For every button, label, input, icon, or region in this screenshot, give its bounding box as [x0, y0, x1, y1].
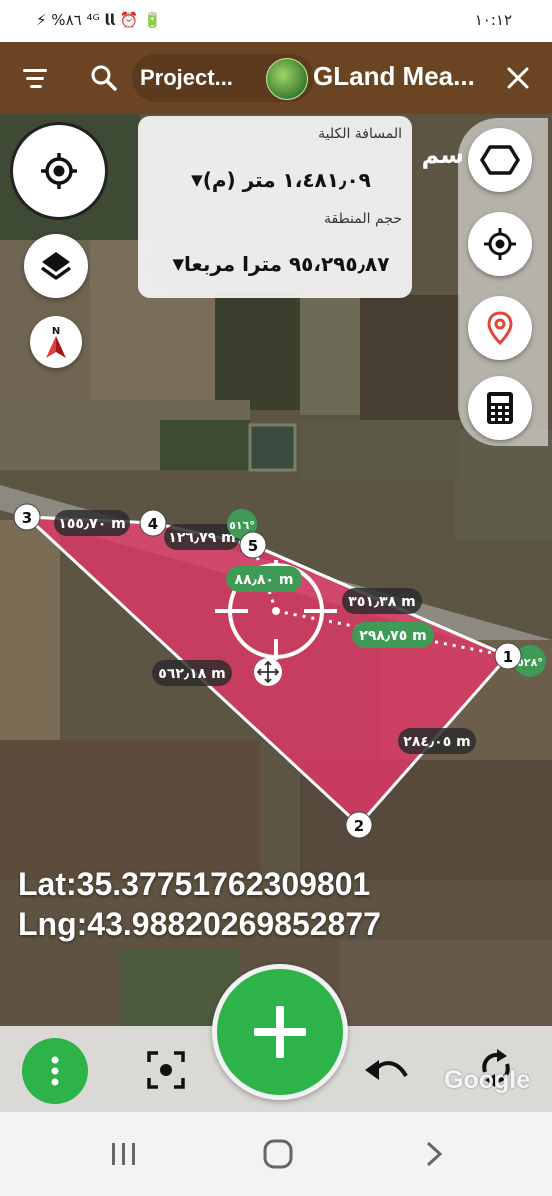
back-icon[interactable]: [414, 1138, 454, 1170]
move-handle-icon[interactable]: [254, 658, 282, 686]
layers-icon: [40, 252, 72, 280]
system-nav-bar: [0, 1112, 552, 1196]
svg-text:١٢٦٫٧٩ m: ١٢٦٫٧٩ m: [168, 530, 235, 546]
total-distance-selector[interactable]: ▼ ١،٤٨١٫٠٩ متر (م): [150, 154, 400, 206]
svg-text:N: N: [52, 326, 60, 337]
area-value: ٩٥،٢٩٥٫٨٧ مترا مربعا: [184, 252, 390, 276]
segment-label: ١٥٥٫٧٠ m: [54, 510, 130, 536]
vertex-marker[interactable]: 4: [139, 509, 167, 537]
vertex-marker[interactable]: 3: [13, 503, 41, 531]
area-label: حجم المنطقة: [323, 211, 402, 227]
more-options-button[interactable]: [22, 1038, 88, 1104]
svg-text:3: 3: [22, 509, 32, 527]
compass-button[interactable]: N: [30, 316, 82, 368]
svg-text:٥٦٢٫١٨ m: ٥٦٢٫١٨ m: [158, 666, 225, 682]
latitude-readout: Lat:35.37751762309801: [18, 866, 371, 902]
measure-panel: المسافة الكلية ▼ ١،٤٨١٫٠٩ متر (م) حجم ال…: [138, 116, 412, 298]
add-icon: [254, 1006, 306, 1058]
calculator-icon: [487, 392, 513, 424]
my-location-icon: [41, 153, 77, 189]
area-selector[interactable]: ▼ ٩٥،٢٩٥٫٨٧ مترا مربعا: [150, 238, 400, 290]
polygon-icon: [480, 145, 520, 175]
field-area: [455, 430, 552, 540]
svg-text:٢٨٤٫٠٥ m: ٢٨٤٫٠٥ m: [403, 734, 470, 750]
app-title: GLand Mea...: [313, 61, 475, 91]
app-toolbar: Project... GLand Mea...: [0, 42, 552, 114]
dropdown-arrow-icon: ▼: [191, 171, 203, 189]
target-button[interactable]: [468, 212, 532, 276]
home-icon[interactable]: [258, 1136, 298, 1172]
polygon-mode-button[interactable]: [468, 128, 532, 192]
svg-text:1: 1: [503, 648, 513, 666]
svg-text:٢٩٨٫٧٥ m: ٢٩٨٫٧٥ m: [359, 628, 426, 644]
field-area: [300, 295, 365, 415]
field-area: [0, 740, 260, 880]
vertex-marker[interactable]: 2: [345, 811, 373, 839]
layers-button[interactable]: [24, 234, 88, 298]
project-label: Project...: [140, 65, 233, 90]
field-area: [300, 420, 460, 480]
status-time: ١٠:١٢: [474, 11, 512, 29]
vertex-marker[interactable]: 1: [494, 642, 522, 670]
dropdown-arrow-icon: ▼: [172, 255, 185, 273]
field-area: [215, 290, 305, 410]
map-pin-icon: [487, 311, 513, 345]
total-distance-label: المسافة الكلية: [318, 126, 402, 142]
field-area: [360, 295, 460, 435]
svg-text:2: 2: [354, 817, 364, 835]
segment-label: ٢٨٤٫٠٥ m: [398, 728, 476, 754]
add-point-button[interactable]: [212, 964, 348, 1100]
svg-text:4: 4: [148, 515, 158, 533]
svg-text:١٥٥٫٧٠ m: ١٥٥٫٧٠ m: [58, 516, 125, 532]
google-watermark: Google: [444, 1066, 531, 1094]
undo-button[interactable]: [360, 1048, 412, 1092]
segment-label-active: ٢٩٨٫٧٥ m: [352, 622, 434, 648]
vertex-marker[interactable]: 5: [239, 531, 267, 559]
field-area: [160, 420, 250, 470]
svg-text:٥١٦°: ٥١٦°: [229, 519, 255, 532]
recents-icon[interactable]: [104, 1138, 144, 1170]
status-bar: ⚡ %٨٦ ⁴ᴳ 𝗹𝗹 ⏰ 🔋 ١٠:١٢: [0, 0, 552, 42]
segment-label: ٥٦٢٫١٨ m: [152, 660, 232, 686]
svg-text:٣٥١٫٣٨ m: ٣٥١٫٣٨ m: [348, 594, 415, 610]
my-location-button[interactable]: [10, 122, 108, 220]
svg-text:5: 5: [248, 537, 258, 555]
undo-icon: [365, 1060, 408, 1080]
calculator-button[interactable]: [468, 376, 532, 440]
map-pin-button[interactable]: [468, 296, 532, 360]
focus-button[interactable]: [142, 1046, 190, 1094]
pond: [248, 423, 297, 472]
total-distance-value: ١،٤٨١٫٠٩ متر (م): [202, 168, 371, 192]
field-area: [340, 940, 552, 1030]
focus-icon: [147, 1051, 185, 1089]
target-icon: [484, 228, 516, 260]
svg-text:٨٨٫٨٠ m: ٨٨٫٨٠ m: [235, 572, 294, 588]
status-icons: ⚡ %٨٦ ⁴ᴳ 𝗹𝗹 ⏰ 🔋: [36, 11, 162, 29]
longitude-readout: Lng:43.98820269852877: [18, 906, 381, 942]
compass-icon: N: [46, 326, 66, 358]
more-vert-icon: [51, 1056, 59, 1086]
app-logo-icon: [266, 58, 308, 100]
search-icon[interactable]: [82, 56, 126, 100]
segment-label-active: ٨٨٫٨٠ m: [226, 566, 302, 592]
hamburger-icon[interactable]: [14, 56, 58, 100]
close-icon[interactable]: [496, 56, 540, 100]
segment-label: ٣٥١٫٣٨ m: [342, 588, 422, 614]
